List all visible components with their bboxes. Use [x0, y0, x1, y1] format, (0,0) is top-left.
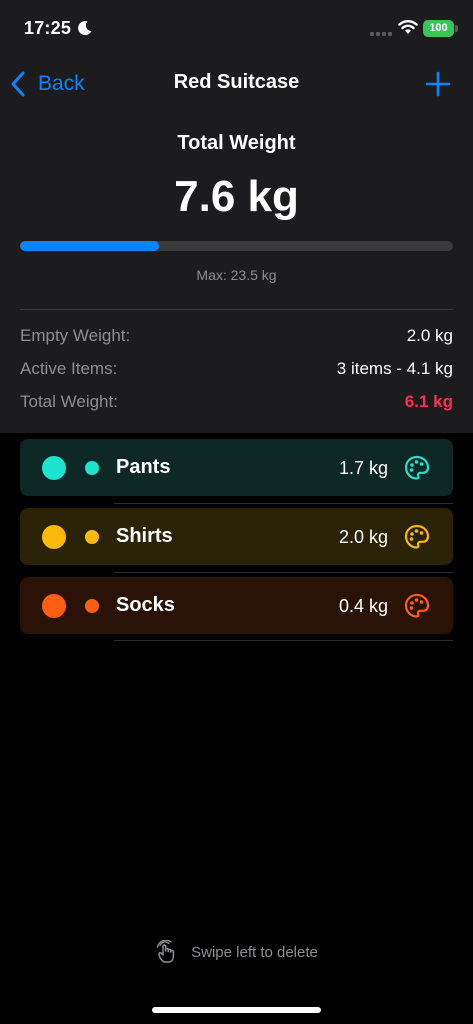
list-item-pants[interactable]: Pants 1.7 kg	[20, 439, 453, 496]
stat-value: 2.0 kg	[406, 326, 453, 345]
color-dot-small	[85, 530, 99, 544]
color-dot-small	[85, 599, 99, 613]
stat-label: Total Weight:	[20, 392, 118, 411]
signal-icon	[370, 32, 392, 36]
stat-value-alert: 6.1 kg	[404, 392, 453, 411]
header-panel: 17:25 100 Back Red Suitcase Total Weight…	[0, 0, 473, 433]
moon-icon	[78, 21, 92, 36]
stat-row-total-weight: Total Weight: 6.1 kg	[20, 392, 453, 416]
color-dot-small	[85, 461, 99, 475]
plus-icon[interactable]	[424, 70, 452, 98]
palette-icon[interactable]	[404, 593, 430, 619]
wifi-icon	[398, 20, 418, 34]
page-title: Red Suitcase	[173, 71, 300, 93]
stat-value: 3 items - 4.1 kg	[336, 359, 453, 378]
color-dot-large	[42, 525, 66, 549]
color-dot-large	[42, 456, 66, 480]
item-separator	[114, 572, 453, 573]
stat-row-empty-weight: Empty Weight: 2.0 kg	[20, 326, 453, 350]
item-name: Pants	[116, 456, 171, 478]
status-time: 17:25	[24, 18, 72, 38]
color-dot-large	[42, 594, 66, 618]
item-weight: 2.0 kg	[338, 527, 388, 547]
weight-progress-fill	[20, 241, 159, 251]
divider	[20, 309, 453, 310]
stat-label: Active Items:	[20, 359, 118, 378]
list-item-shirts[interactable]: Shirts 2.0 kg	[20, 508, 453, 565]
item-weight: 1.7 kg	[338, 458, 388, 478]
item-separator	[114, 503, 453, 504]
hand-swipe-icon	[156, 940, 175, 963]
palette-icon[interactable]	[404, 455, 430, 481]
item-separator	[114, 640, 453, 641]
item-weight: 0.4 kg	[338, 596, 388, 616]
stat-label: Empty Weight:	[20, 326, 131, 345]
max-weight-label: Max: 23.5 kg	[196, 267, 277, 283]
palette-icon[interactable]	[404, 524, 430, 550]
item-name: Shirts	[116, 525, 173, 547]
swipe-hint: Swipe left to delete	[0, 940, 473, 964]
battery-icon: 100	[423, 20, 454, 37]
home-indicator[interactable]	[152, 1007, 321, 1013]
total-weight-value: 7.6 kg	[174, 172, 299, 221]
total-weight-label: Total Weight	[177, 132, 296, 154]
stat-row-active-items: Active Items: 3 items - 4.1 kg	[20, 359, 453, 383]
weight-progress-bar	[20, 241, 453, 251]
item-name: Socks	[116, 594, 175, 616]
status-bar: 17:25 100	[0, 0, 473, 60]
battery-tip	[455, 25, 458, 32]
swipe-hint-text: Swipe left to delete	[191, 943, 318, 961]
list-item-socks[interactable]: Socks 0.4 kg	[20, 577, 453, 634]
